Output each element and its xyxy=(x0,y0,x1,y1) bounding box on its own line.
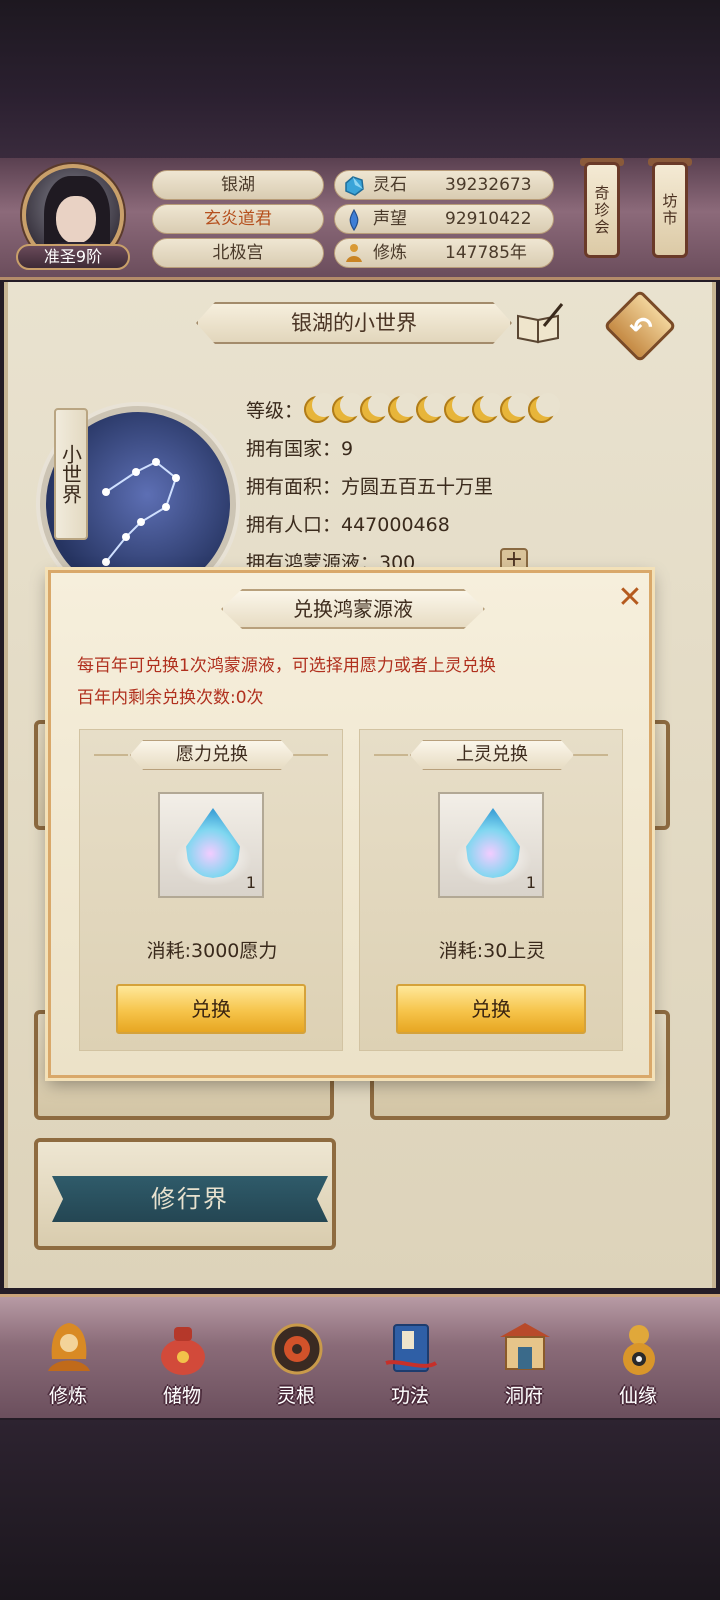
remaining-count: 百年内剩余兑换次数:0次 xyxy=(77,688,264,708)
level-moon-icon xyxy=(360,393,392,423)
level-moon-icon xyxy=(444,393,476,423)
wish-exchange-title: 愿力兑换 xyxy=(130,740,294,770)
level-moon-icon xyxy=(388,393,420,423)
wish-exchange-panel: 愿力兑换 1 消耗:3000愿力 兑换 xyxy=(79,729,343,1051)
market-button[interactable]: 坊市 xyxy=(652,162,688,258)
world-level-label: 等级： xyxy=(246,400,304,422)
exchange-dialog: 兑换鸿蒙源液 ✕ 每百年可兑换1次鸿蒙源液，可选择用愿力或者上灵兑换 百年内剩余… xyxy=(48,570,652,1078)
exchange-notice: 每百年可兑换1次鸿蒙源液，可选择用愿力或者上灵兑换 xyxy=(77,656,496,676)
player-title: 玄炎道君 xyxy=(152,204,324,234)
wish-cost: 消耗:3000愿力 xyxy=(146,940,278,962)
spirit-exchange-panel: 上灵兑换 1 消耗:30上灵 兑换 xyxy=(359,729,623,1051)
level-moon-icon xyxy=(528,393,560,423)
level-moon-icon xyxy=(416,393,448,423)
back-arrow-icon: ↶ xyxy=(629,311,653,344)
nav-technique[interactable]: 功法 xyxy=(370,1319,450,1411)
scripture-book-icon xyxy=(385,1324,438,1372)
liquid-item-slot[interactable]: 1 xyxy=(438,792,544,898)
spirit-stone-counter: 灵石 39232673 xyxy=(334,170,554,200)
liquid-drop-icon xyxy=(466,808,520,878)
world-countries: 拥有国家：9 xyxy=(246,438,354,460)
meditation-icon xyxy=(346,244,362,262)
gourd-icon xyxy=(623,1325,655,1375)
nav-fortune[interactable]: 仙缘 xyxy=(598,1319,678,1411)
cultivation-realm-label: 修行界 xyxy=(151,1185,229,1213)
pavilion-icon xyxy=(500,1323,550,1370)
treasure-fair-button[interactable]: 奇珍会 xyxy=(584,162,620,258)
world-level-moons xyxy=(304,393,560,426)
cultivation-value: 147785年 xyxy=(445,243,527,263)
cultivation-label: 修炼 xyxy=(373,243,407,263)
item-quantity: 1 xyxy=(525,873,536,892)
book-icon[interactable] xyxy=(514,302,564,344)
player-header: 准圣9阶 银湖 玄炎道君 北极宫 灵石 39232673 声望 92910422… xyxy=(0,158,720,280)
meditation-icon xyxy=(48,1323,90,1371)
top-background xyxy=(0,0,720,160)
rank-badge: 准圣9阶 xyxy=(16,244,130,270)
level-moon-icon xyxy=(304,393,336,423)
page-title: 银湖的小世界 xyxy=(196,302,512,344)
item-quantity: 1 xyxy=(245,873,256,892)
level-moon-icon xyxy=(472,393,504,423)
spirit-root-icon xyxy=(271,1323,323,1375)
nav-label: 仙缘 xyxy=(618,1385,657,1407)
spirit-stone-label: 灵石 xyxy=(373,175,407,195)
dialog-title: 兑换鸿蒙源液 xyxy=(221,589,485,629)
level-moon-icon xyxy=(332,393,364,423)
liquid-drop-icon xyxy=(186,808,240,878)
reputation-counter: 声望 92910422 xyxy=(334,204,554,234)
bottom-background xyxy=(0,1420,720,1600)
nav-spirit-root[interactable]: 灵根 xyxy=(256,1319,336,1411)
spirit-exchange-button[interactable]: 兑换 xyxy=(396,984,586,1034)
nav-label: 修炼 xyxy=(48,1385,87,1407)
spirit-exchange-title: 上灵兑换 xyxy=(410,740,574,770)
cultivation-realm-card[interactable]: 修行界 xyxy=(34,1138,336,1250)
cultivation-counter: 修炼 147785年 xyxy=(334,238,554,268)
spirit-cost: 消耗:30上灵 xyxy=(438,940,546,962)
spirit-stone-icon xyxy=(345,176,364,196)
world-area: 拥有面积：方圆五百五十万里 xyxy=(246,476,494,498)
nav-cultivate[interactable]: 修炼 xyxy=(28,1319,108,1411)
level-moon-icon xyxy=(500,393,532,423)
close-icon[interactable]: ✕ xyxy=(615,583,645,613)
nav-label: 功法 xyxy=(390,1385,429,1407)
nav-label: 灵根 xyxy=(276,1385,315,1407)
nav-cave-dwelling[interactable]: 洞府 xyxy=(484,1319,564,1411)
player-sect: 北极宫 xyxy=(152,238,324,268)
bag-icon xyxy=(161,1327,205,1375)
reputation-icon xyxy=(349,209,359,231)
nav-storage[interactable]: 储物 xyxy=(142,1319,222,1411)
wish-exchange-button[interactable]: 兑换 xyxy=(116,984,306,1034)
world-population: 拥有人口：447000468 xyxy=(246,514,450,536)
nav-label: 洞府 xyxy=(504,1385,543,1407)
reputation-label: 声望 xyxy=(373,209,407,229)
nav-label: 储物 xyxy=(162,1385,201,1407)
spirit-stone-value: 39232673 xyxy=(445,175,532,195)
small-world-scroll: 小世界 xyxy=(54,408,88,540)
liquid-item-slot[interactable]: 1 xyxy=(158,792,264,898)
reputation-value: 92910422 xyxy=(445,209,532,229)
player-name: 银湖 xyxy=(152,170,324,200)
bottom-navigation: 修炼 储物 灵根 功法 洞府 仙缘 xyxy=(0,1294,720,1418)
